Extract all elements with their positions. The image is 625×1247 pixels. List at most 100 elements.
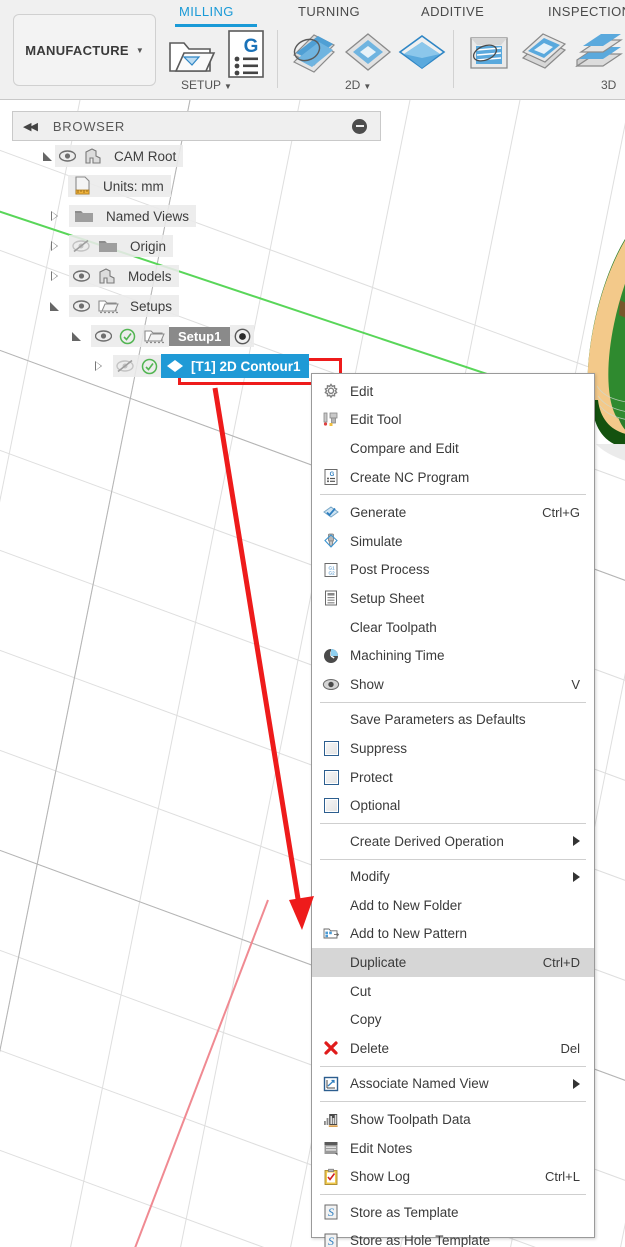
panel-2d-text: 2D <box>345 78 361 92</box>
tree-item-units[interactable]: Units: mm <box>0 171 390 201</box>
eye-hidden-icon[interactable] <box>113 355 137 377</box>
menu-item-add-to-new-pattern[interactable]: Add to New Pattern <box>312 920 594 949</box>
context-menu[interactable]: Edit Edit Tool Compare and Edit G Create… <box>311 373 595 1247</box>
menu-item-cut[interactable]: Cut <box>312 977 594 1006</box>
check-circle-icon[interactable] <box>137 355 161 377</box>
panel-label-3d[interactable]: 3D <box>601 78 616 92</box>
tree-item-operation-selected[interactable]: [T1] 2D Contour1 <box>161 354 309 378</box>
menu-item-post-process[interactable]: G1 G2 Post Process <box>312 556 594 585</box>
menu-label: Delete <box>350 1040 390 1056</box>
check-circle-icon[interactable] <box>115 325 139 347</box>
menu-item-delete[interactable]: Delete Del <box>312 1034 594 1063</box>
menu-item-clear-toolpath[interactable]: Clear Toolpath <box>312 613 594 642</box>
twist-open-icon[interactable] <box>48 299 62 313</box>
tree-item-origin[interactable]: Origin <box>0 231 390 261</box>
adaptive2d-icon[interactable] <box>342 28 394 83</box>
menu-separator <box>320 701 586 703</box>
panel-label-setup[interactable]: SETUP ▼ <box>181 78 232 92</box>
tab-inspection[interactable]: INSPECTION <box>548 4 625 19</box>
menu-item-simulate[interactable]: Simulate <box>312 527 594 556</box>
menu-item-duplicate[interactable]: Duplicate Ctrl+D <box>312 948 594 977</box>
menu-separator <box>320 822 586 824</box>
eye-icon[interactable] <box>91 325 115 347</box>
twist-open-icon[interactable] <box>70 329 84 343</box>
menu-item-edit-tool[interactable]: Edit Tool <box>312 406 594 435</box>
tree-item-cam-root[interactable]: CAM Root <box>0 141 390 171</box>
adaptive3d-icon[interactable] <box>463 28 515 83</box>
menu-item-edit[interactable]: Edit <box>312 377 594 406</box>
menu-label: Protect <box>350 769 393 785</box>
tab-turning[interactable]: TURNING <box>298 4 360 19</box>
face-icon[interactable] <box>288 28 340 83</box>
menu-item-machining-time[interactable]: Machining Time <box>312 641 594 670</box>
twist-closed-icon[interactable] <box>48 269 62 283</box>
pattern-icon <box>320 924 342 944</box>
menu-item-create-nc-program[interactable]: G Create NC Program <box>312 463 594 492</box>
menu-item-copy[interactable]: Copy <box>312 1005 594 1034</box>
twist-closed-icon[interactable] <box>48 239 62 253</box>
panel-3d-text: 3D <box>601 78 617 92</box>
menu-label: Store as Template <box>350 1204 459 1220</box>
workspace-label: MANUFACTURE <box>25 42 129 58</box>
eye-icon[interactable] <box>69 295 93 317</box>
menu-item-associate-named-view[interactable]: Associate Named View <box>312 1070 594 1099</box>
chevron-down-icon: ▼ <box>363 82 372 91</box>
menu-item-create-derived-operation[interactable]: Create Derived Operation <box>312 827 594 856</box>
no-icon <box>320 981 342 1001</box>
notes-icon <box>320 1138 342 1158</box>
menu-item-generate[interactable]: Generate Ctrl+G <box>312 498 594 527</box>
menu-item-show-log[interactable]: Show Log Ctrl+L <box>312 1162 594 1191</box>
menu-item-protect[interactable]: Protect <box>312 763 594 792</box>
panel-label-2d[interactable]: 2D ▼ <box>345 78 371 92</box>
menu-item-show[interactable]: Show V <box>312 670 594 699</box>
tab-additive[interactable]: ADDITIVE <box>421 4 484 19</box>
tree-item-models[interactable]: Models <box>0 261 390 291</box>
menu-item-show-toolpath-data[interactable]: Show Toolpath Data <box>312 1105 594 1134</box>
menu-item-store-as-hole-template[interactable]: S Store as Hole Template <box>312 1227 594 1247</box>
twist-open-icon[interactable] <box>41 149 55 163</box>
operation-icon <box>165 358 185 374</box>
tree-item-setups[interactable]: Setups <box>0 291 390 321</box>
checkbox-icon[interactable] <box>320 738 342 758</box>
panel-divider-1 <box>277 30 278 88</box>
browser-panel-header[interactable]: ◀◀ BROWSER <box>12 111 381 141</box>
menu-item-compare-and-edit[interactable]: Compare and Edit <box>312 434 594 463</box>
menu-item-suppress[interactable]: Suppress <box>312 734 594 763</box>
menu-label: Add to New Folder <box>350 897 462 913</box>
tab-milling[interactable]: MILLING <box>179 4 234 19</box>
eye-icon[interactable] <box>55 145 79 167</box>
menu-shortcut: Ctrl+G <box>542 505 580 521</box>
checkbox-icon[interactable] <box>320 796 342 816</box>
tool-icon <box>320 410 342 430</box>
eye-hidden-icon[interactable] <box>69 235 93 257</box>
menu-item-setup-sheet[interactable]: Setup Sheet <box>312 584 594 613</box>
eye-icon[interactable] <box>69 265 93 287</box>
nc-program-icon[interactable]: G <box>225 28 267 85</box>
menu-label: Compare and Edit <box>350 440 459 456</box>
menu-shortcut: Ctrl+D <box>542 955 580 971</box>
tree-item-setup1[interactable]: Setup1 <box>0 321 390 351</box>
menu-item-store-as-template[interactable]: S Store as Template <box>312 1198 594 1227</box>
menu-label: Modify <box>350 869 390 885</box>
tree-item-named-views[interactable]: Named Views <box>0 201 390 231</box>
checkbox-icon[interactable] <box>320 767 342 787</box>
ribbon-tabs: MILLING TURNING ADDITIVE INSPECTION <box>0 0 625 27</box>
menu-item-modify[interactable]: Modify <box>312 863 594 892</box>
collapse-icon[interactable]: ◀◀ <box>23 120 38 133</box>
pin-icon[interactable] <box>230 325 255 347</box>
menu-item-save-parameters-as-defaults[interactable]: Save Parameters as Defaults <box>312 706 594 735</box>
twist-closed-icon[interactable] <box>48 209 62 223</box>
menu-item-optional[interactable]: Optional <box>312 791 594 820</box>
setup-icon[interactable] <box>166 31 216 84</box>
menu-item-add-to-new-folder[interactable]: Add to New Folder <box>312 891 594 920</box>
menu-label: Show Log <box>350 1169 411 1185</box>
horizontal3d-icon[interactable] <box>571 28 625 83</box>
pocket3d-icon[interactable] <box>517 28 569 83</box>
menu-separator <box>320 1101 586 1103</box>
menu-item-edit-notes[interactable]: Edit Notes <box>312 1134 594 1163</box>
contour2d-icon[interactable] <box>396 28 448 83</box>
twist-closed-icon[interactable] <box>92 359 106 373</box>
minus-circle-icon[interactable] <box>352 118 367 134</box>
menu-label: Edit Tool <box>350 412 402 428</box>
template-icon: S <box>320 1202 342 1222</box>
